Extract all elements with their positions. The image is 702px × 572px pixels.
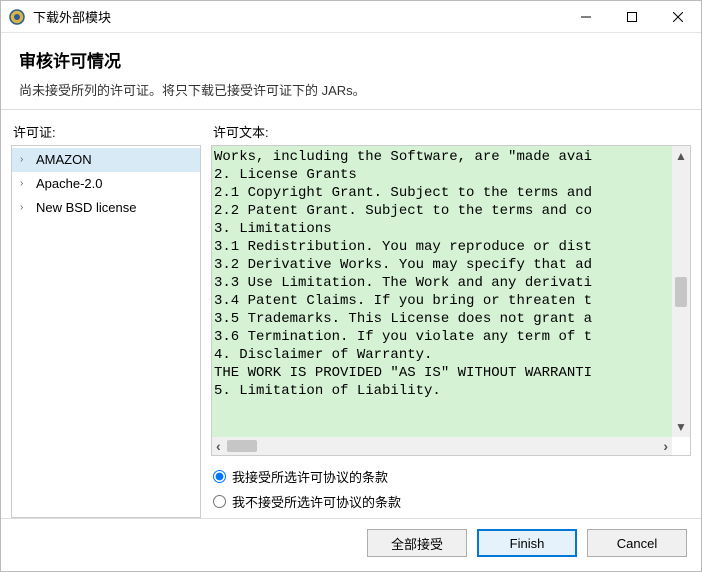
scroll-down-icon[interactable]: ▼ xyxy=(675,421,687,433)
license-tree-item[interactable]: ›Apache-2.0 xyxy=(12,172,200,196)
scroll-up-icon[interactable]: ▲ xyxy=(675,150,687,162)
reject-radio-label: 我不接受所选许可协议的条款 xyxy=(232,492,401,511)
horizontal-scrollbar[interactable]: ‹ › xyxy=(212,437,672,455)
accept-radio-label: 我接受所选许可协议的条款 xyxy=(232,467,388,486)
license-text-panel: 许可文本: Works, including the Software, are… xyxy=(211,120,691,518)
content: 许可证: ›AMAZON›Apache-2.0›New BSD license … xyxy=(1,110,701,518)
scroll-right-icon[interactable]: › xyxy=(663,439,668,453)
license-text-label: 许可文本: xyxy=(211,120,691,145)
vertical-scrollbar[interactable]: ▲ ▼ xyxy=(672,146,690,437)
header: 审核许可情况 尚未接受所列的许可证。将只下载已接受许可证下的 JARs。 xyxy=(1,33,701,110)
window-title: 下载外部模块 xyxy=(33,7,563,26)
chevron-right-icon: › xyxy=(20,174,32,194)
license-text[interactable]: Works, including the Software, are "made… xyxy=(212,146,690,437)
license-tree-item-label: Apache-2.0 xyxy=(36,174,103,194)
page-heading: 审核许可情况 xyxy=(19,47,683,72)
page-subtitle: 尚未接受所列的许可证。将只下载已接受许可证下的 JARs。 xyxy=(19,80,683,99)
reject-radio-input[interactable] xyxy=(213,495,226,508)
chevron-right-icon: › xyxy=(20,150,32,170)
finish-button[interactable]: Finish xyxy=(477,529,577,557)
scroll-left-icon[interactable]: ‹ xyxy=(216,439,221,453)
accept-radio[interactable]: 我接受所选许可协议的条款 xyxy=(213,464,689,489)
reject-radio[interactable]: 我不接受所选许可协议的条款 xyxy=(213,489,689,514)
accept-radios: 我接受所选许可协议的条款 我不接受所选许可协议的条款 xyxy=(211,456,691,518)
app-icon xyxy=(9,9,25,25)
window-controls xyxy=(563,1,701,33)
license-list-panel: 许可证: ›AMAZON›Apache-2.0›New BSD license xyxy=(11,120,201,518)
close-button[interactable] xyxy=(655,1,701,33)
license-tree-item[interactable]: ›New BSD license xyxy=(12,196,200,220)
chevron-right-icon: › xyxy=(20,198,32,218)
license-text-box: Works, including the Software, are "made… xyxy=(211,145,691,456)
maximize-button[interactable] xyxy=(609,1,655,33)
license-tree-item[interactable]: ›AMAZON xyxy=(12,148,200,172)
accept-all-button[interactable]: 全部接受 xyxy=(367,529,467,557)
cancel-button[interactable]: Cancel xyxy=(587,529,687,557)
license-tree-item-label: New BSD license xyxy=(36,198,136,218)
license-tree[interactable]: ›AMAZON›Apache-2.0›New BSD license xyxy=(11,145,201,518)
scroll-thumb-vertical[interactable] xyxy=(675,277,687,307)
titlebar: 下载外部模块 xyxy=(1,1,701,33)
accept-radio-input[interactable] xyxy=(213,470,226,483)
license-tree-item-label: AMAZON xyxy=(36,150,92,170)
minimize-button[interactable] xyxy=(563,1,609,33)
scroll-thumb-horizontal[interactable] xyxy=(227,440,257,452)
license-list-label: 许可证: xyxy=(11,120,201,145)
footer: 全部接受 Finish Cancel xyxy=(1,518,701,571)
